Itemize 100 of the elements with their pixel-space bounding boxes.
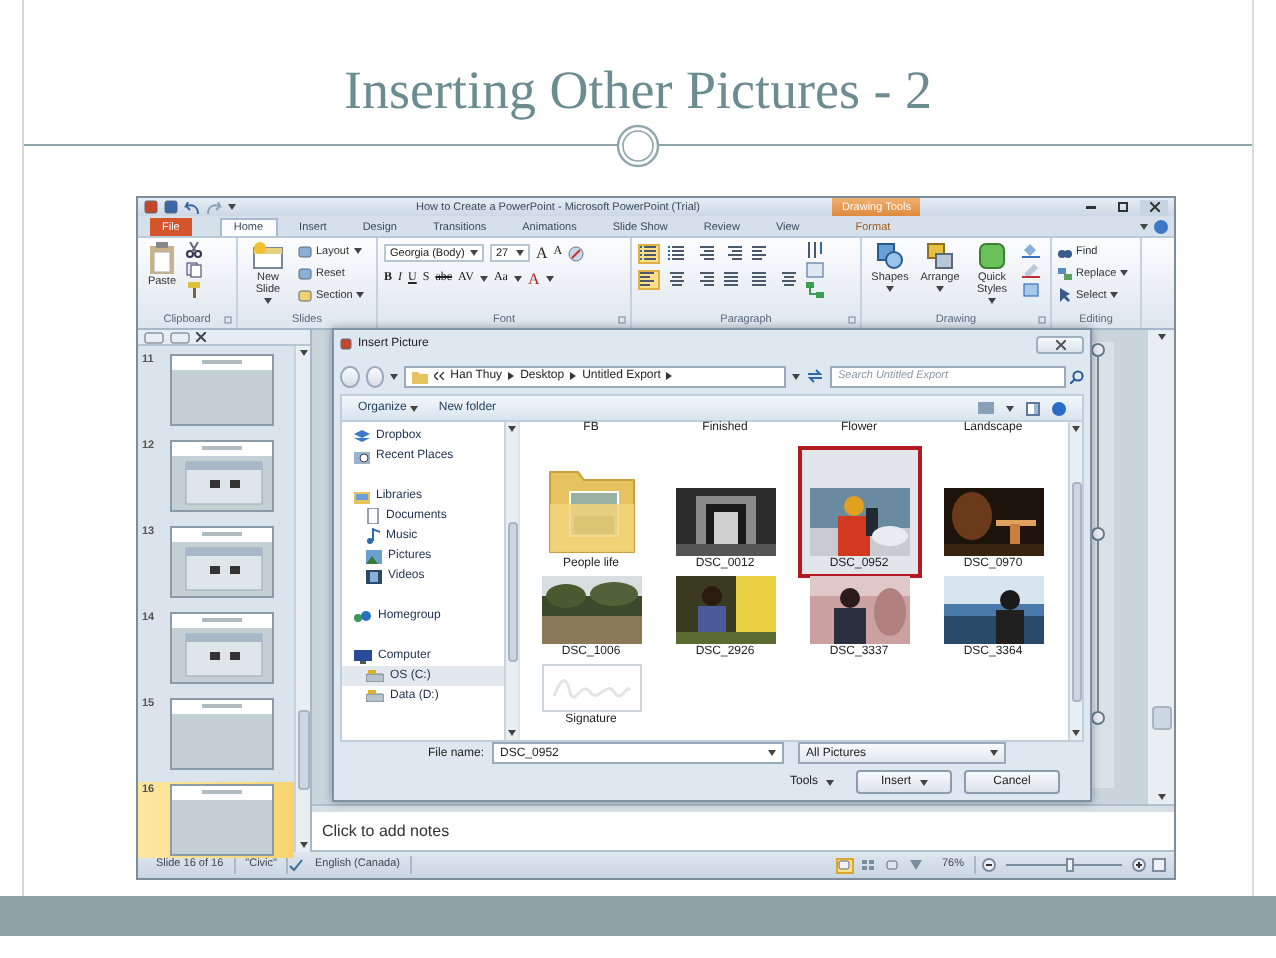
numbered-list-icon (668, 245, 686, 261)
increase-indent-icon (724, 245, 742, 261)
caret-icon (886, 286, 894, 292)
caret-icon (1140, 223, 1148, 229)
undo-icon[interactable] (184, 201, 200, 213)
music-note-icon (366, 528, 380, 544)
scrollbar-thumb[interactable] (507, 521, 517, 661)
clear-format-icon[interactable] (568, 245, 585, 261)
caret-icon (988, 298, 996, 304)
caret-icon (264, 298, 272, 304)
caret-icon (470, 250, 478, 256)
refresh-icon[interactable] (805, 368, 824, 384)
caret-icon (826, 779, 834, 785)
caret-icon (390, 373, 399, 379)
slides-tab-icon[interactable] (144, 331, 164, 343)
paragraph-button[interactable] (666, 269, 688, 289)
text-direction-icon[interactable] (806, 242, 824, 258)
scrollbar-thumb[interactable] (1151, 705, 1171, 729)
scrollbar[interactable] (504, 422, 518, 740)
scissors-icon[interactable] (186, 242, 202, 258)
slide-thumbnail[interactable] (170, 354, 274, 426)
monitor-icon (354, 649, 372, 663)
help-icon[interactable] (1052, 401, 1066, 415)
scrollbar[interactable] (1146, 330, 1174, 804)
smartart-icon[interactable] (806, 282, 824, 298)
new-slide-icon (252, 242, 284, 270)
slide-thumbnail[interactable] (170, 784, 274, 856)
pointer-icon (1058, 288, 1072, 302)
spellcheck-icon[interactable] (288, 858, 305, 872)
library-icon (354, 489, 370, 503)
align-left-icon (640, 271, 658, 287)
view-button[interactable] (883, 857, 902, 873)
paragraph-button[interactable] (638, 269, 660, 289)
help-icon[interactable] (1154, 219, 1168, 233)
slide-thumbnail[interactable] (170, 698, 274, 770)
caret-icon (513, 276, 522, 282)
paragraph-button[interactable] (638, 243, 660, 263)
fit-window-icon[interactable] (1152, 858, 1166, 872)
caret-icon (479, 276, 488, 282)
paragraph-button[interactable] (694, 269, 716, 289)
scrollbar-thumb[interactable] (297, 709, 309, 789)
search-icon[interactable] (1069, 369, 1084, 383)
view-button[interactable] (907, 857, 926, 873)
slide-thumbnail[interactable] (170, 526, 274, 598)
slide-title: Inserting Other Pictures - 2 (344, 58, 932, 124)
close-icon[interactable] (196, 332, 206, 342)
close-button[interactable] (1036, 335, 1084, 353)
paragraph-button[interactable] (750, 269, 772, 289)
app-logo-icon (144, 200, 158, 214)
outline-icon[interactable] (1022, 262, 1040, 278)
effects-icon[interactable] (1022, 282, 1040, 298)
view-button[interactable] (859, 857, 878, 873)
slide-thumbnail[interactable] (170, 612, 274, 684)
binoculars-icon (1058, 245, 1072, 257)
notes-prompt: Click to add notes (322, 822, 450, 840)
caret-icon (1120, 270, 1129, 276)
scrollbar-thumb[interactable] (1071, 481, 1081, 701)
paragraph-button[interactable] (666, 243, 688, 263)
caret-icon (990, 750, 999, 756)
zoom-out-icon[interactable] (982, 858, 996, 872)
copy-icon[interactable] (186, 262, 202, 278)
folder-icon (412, 369, 429, 383)
paragraph-button[interactable] (750, 243, 772, 263)
align-right-icon (696, 271, 714, 287)
picture-icon (366, 549, 382, 563)
zoom-in-icon[interactable] (1132, 858, 1146, 872)
zoom-thumb[interactable] (1065, 858, 1074, 872)
folder-clock-icon (354, 449, 370, 463)
paragraph-button[interactable] (694, 243, 716, 263)
caret-icon (1157, 334, 1165, 340)
drive-icon (366, 670, 384, 682)
normal-view-icon (838, 860, 851, 870)
view-button[interactable] (835, 857, 854, 873)
scrollbar[interactable] (294, 346, 310, 852)
maximize-icon (1117, 202, 1127, 212)
arrange-icon (926, 242, 954, 270)
caret-icon (791, 373, 800, 379)
scrollbar[interactable] (1068, 422, 1082, 740)
fill-icon[interactable] (1022, 242, 1040, 258)
paragraph-button[interactable] (722, 243, 744, 263)
box-icon (354, 429, 370, 443)
font-style-button[interactable]: A (527, 270, 540, 288)
chevrons-icon (434, 372, 445, 380)
caret-icon (353, 248, 362, 254)
caret-icon (299, 350, 307, 356)
close-button[interactable] (1140, 199, 1168, 215)
caret-icon (919, 779, 927, 785)
paragraph-button[interactable] (722, 269, 744, 289)
save-icon[interactable] (164, 200, 178, 214)
caret-icon (299, 842, 307, 848)
line-spacing-icon (752, 245, 770, 261)
brush-icon[interactable] (186, 282, 202, 298)
chevron-right-icon (666, 372, 673, 380)
film-icon (366, 569, 382, 583)
columns-icon (752, 271, 770, 287)
slide-thumbnail[interactable] (170, 440, 274, 512)
preview-pane-icon[interactable] (1026, 401, 1040, 415)
grow-font-button[interactable]: A (536, 244, 548, 262)
quick-styles-icon (978, 242, 1006, 270)
drive-icon (366, 690, 384, 702)
